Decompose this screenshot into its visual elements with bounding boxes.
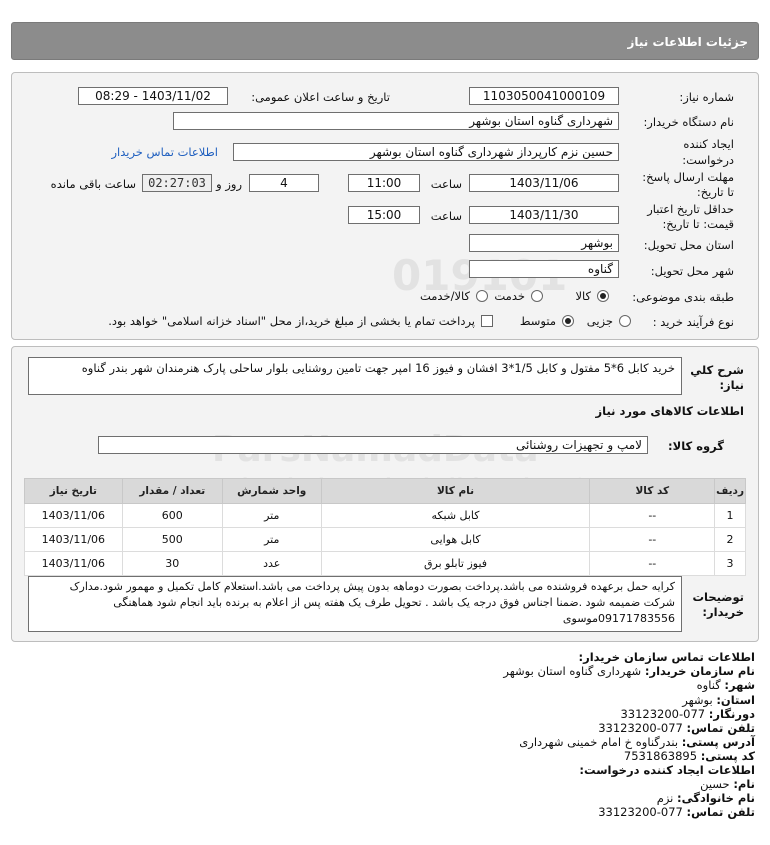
cell-unit: متر (221, 503, 322, 528)
buyer-notes-text[interactable]: کرایه حمل برعهده فروشنده می باشد.پرداخت … (28, 576, 682, 632)
goods-info-title: اطلاعات کالاهای مورد نیاز (595, 404, 744, 418)
cell-date: 1403/11/06 (24, 527, 123, 552)
days-remaining-field[interactable]: 4 (249, 174, 319, 192)
category-goods-label: کالا (575, 289, 591, 303)
contact-org: نام سازمان خریدار: شهرداری گناوه استان ب… (503, 664, 755, 678)
delivery-province-label: استان محل تحویل: (643, 238, 734, 252)
contact-phone: تلفن تماس: 077-33123200 (598, 721, 755, 735)
category-service-label: خدمت (494, 289, 525, 303)
goods-group-field[interactable]: لامپ و تجهیزات روشنائی (98, 436, 648, 454)
buyer-notes-label-2: خریدار: (702, 605, 744, 619)
reply-time-field[interactable]: 11:00 (348, 174, 420, 192)
table-row[interactable]: 3 -- فیوز تابلو برق عدد 30 1403/11/06 (24, 551, 746, 576)
price-validity-label-2: قیمت: تا تاریخ: (662, 217, 734, 231)
need-number-label: شماره نیاز: (679, 90, 734, 104)
cell-code: -- (589, 527, 716, 552)
cell-qty: 30 (121, 551, 223, 576)
col-code: کد کالا (589, 478, 716, 504)
table-header-row: ردیف کد کالا نام کالا واحد شمارش تعداد /… (24, 478, 746, 504)
summary-label-2: نياز: (719, 378, 744, 392)
creator-family: نام خانوادگی: نزم (656, 791, 755, 805)
category-goods-service-label: کالا/خدمت (419, 289, 470, 303)
remaining-time-label: ساعت باقی مانده (50, 177, 136, 191)
cell-qty: 600 (121, 503, 223, 528)
buyer-org-label: نام دستگاه خریدار: (643, 115, 734, 129)
cell-name: کابل شبکه (320, 503, 591, 528)
need-info-panel: 019101 شماره نیاز: 1103050041000109 تاری… (11, 72, 759, 340)
reply-deadline-label: مهلت ارسال پاسخ: (642, 170, 734, 184)
days-label: روز و (216, 177, 242, 191)
reply-date-field[interactable]: 1403/11/06 (469, 174, 619, 192)
cell-code: -- (589, 503, 716, 528)
remaining-time-field: 02:27:03 (142, 174, 212, 192)
announce-datetime-field[interactable]: 1403/11/02 - 08:29 (78, 87, 228, 105)
col-date: تاریخ نیاز (24, 478, 123, 504)
contact-postal: کد پستی: 7531863895 (623, 749, 755, 763)
cell-unit: عدد (221, 551, 322, 576)
cell-name: کابل هوایی (320, 527, 591, 552)
process-medium-label: متوسط (519, 314, 556, 328)
creator-info-title: اطلاعات ایجاد کننده درخواست: (579, 763, 755, 777)
buyer-notes-label: توضیحات (692, 590, 745, 604)
cell-row: 1 (714, 503, 746, 528)
cell-date: 1403/11/06 (24, 503, 123, 528)
buyer-org-field[interactable]: شهرداری گناوه استان بوشهر (173, 112, 619, 130)
category-radio-service[interactable] (531, 290, 543, 302)
validity-time-field[interactable]: 15:00 (348, 206, 420, 224)
page-title: جزئیات اطلاعات نیاز (627, 35, 748, 49)
col-row: ردیف (714, 478, 746, 504)
cell-code: -- (589, 551, 716, 576)
table-row[interactable]: 1 -- کابل شبکه متر 600 1403/11/06 (24, 503, 746, 528)
delivery-city-label: شهر محل تحویل: (650, 264, 734, 278)
category-radio-goods[interactable] (597, 290, 609, 302)
summary-label: شرح کلي (690, 363, 744, 377)
buyer-contact-link[interactable]: اطلاعات تماس خریدار (111, 145, 218, 159)
creator-label-2: درخواست: (682, 153, 734, 167)
creator-phone: تلفن تماس: 077-33123200 (598, 805, 755, 819)
contact-title: اطلاعات تماس سازمان خریدار: (578, 650, 755, 664)
validity-time-label: ساعت (430, 209, 462, 223)
process-radio-minor[interactable] (619, 315, 631, 327)
treasury-checkbox[interactable] (481, 315, 493, 327)
category-label: طبقه بندی موضوعی: (632, 290, 734, 304)
delivery-city-field[interactable]: گناوه (469, 260, 619, 278)
page-header: جزئیات اطلاعات نیاز (11, 22, 759, 60)
cell-unit: متر (221, 527, 322, 552)
reply-deadline-label-2: تا تاریخ: (696, 185, 734, 199)
category-radio-goods-service[interactable] (476, 290, 488, 302)
treasury-note: پرداخت تمام یا بخشی از مبلغ خرید،از محل … (108, 314, 475, 328)
need-details-panel: ParsNamadData مرکز فراوری اطلاعات پارس ن… (11, 346, 759, 642)
price-validity-label: حداقل تاریخ اعتبار (647, 202, 734, 216)
creator-name: نام: حسین (700, 777, 755, 791)
col-qty: تعداد / مقدار (121, 478, 223, 504)
reply-time-label: ساعت (430, 177, 462, 191)
creator-field[interactable]: حسین نزم کارپرداز شهرداری گناوه استان بو… (233, 143, 619, 161)
contact-city: شهر: گناوه (696, 678, 755, 692)
goods-table: ردیف کد کالا نام کالا واحد شمارش تعداد /… (24, 478, 746, 576)
cell-date: 1403/11/06 (24, 551, 123, 576)
validity-date-field[interactable]: 1403/11/30 (469, 206, 619, 224)
need-number-field[interactable]: 1103050041000109 (469, 87, 619, 105)
table-row[interactable]: 2 -- کابل هوایی متر 500 1403/11/06 (24, 527, 746, 552)
cell-row: 2 (714, 527, 746, 552)
goods-group-label: گروه کالا: (668, 439, 724, 453)
cell-name: فیوز تابلو برق (320, 551, 591, 576)
col-unit: واحد شمارش (221, 478, 322, 504)
process-minor-label: جزیی (586, 314, 613, 328)
contact-fax: دورنگار: 077-33123200 (620, 707, 755, 721)
contact-address: آدرس پستی: بندرگناوه خ امام خمینی شهردار… (519, 735, 755, 749)
contact-province: استان: بوشهر (682, 693, 755, 707)
summary-text[interactable]: خرید کابل 6*5 مفتول و کابل 1/5*3 افشان و… (28, 357, 682, 395)
cell-row: 3 (714, 551, 746, 576)
col-name: نام کالا (320, 478, 591, 504)
delivery-province-field[interactable]: بوشهر (469, 234, 619, 252)
process-radio-medium[interactable] (562, 315, 574, 327)
creator-label: ایجاد کننده (683, 137, 734, 151)
cell-qty: 500 (121, 527, 223, 552)
announce-label: تاریخ و ساعت اعلان عمومی: (251, 90, 390, 104)
purchase-process-label: نوع فرآیند خرید : (652, 315, 734, 329)
